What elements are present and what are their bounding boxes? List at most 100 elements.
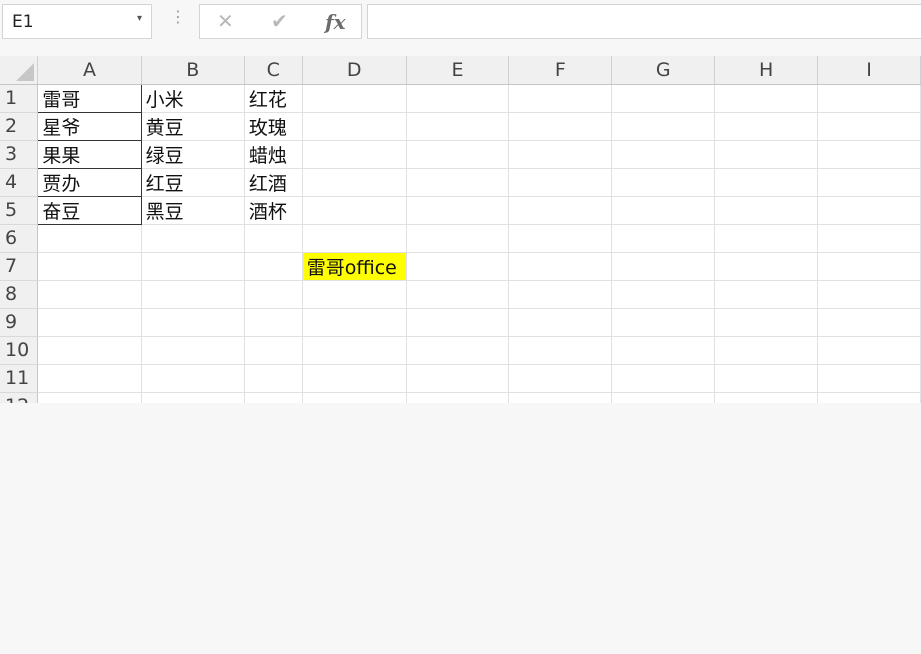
cancel-icon[interactable]: ✕ [217, 9, 234, 33]
cell-b10[interactable] [141, 336, 245, 365]
cell-i4[interactable] [817, 168, 921, 197]
cell-h8[interactable] [714, 280, 819, 309]
cell-a7[interactable] [37, 252, 142, 281]
cell-c7[interactable] [244, 252, 303, 281]
cell-e10[interactable] [406, 336, 510, 365]
column-header-g[interactable]: G [611, 56, 716, 85]
cell-b1[interactable]: 小米 [141, 84, 245, 113]
cell-b2[interactable]: 黄豆 [141, 112, 245, 141]
cell-g9[interactable] [611, 308, 716, 337]
cell-a8[interactable] [37, 280, 142, 309]
cell-g4[interactable] [611, 168, 716, 197]
cell-f6[interactable] [508, 224, 613, 253]
row-header[interactable]: 4 [0, 168, 39, 197]
column-header-d[interactable]: D [302, 56, 407, 85]
row-header[interactable]: 11 [0, 364, 39, 393]
cell-g11[interactable] [611, 364, 716, 393]
cell-e5[interactable] [406, 196, 510, 225]
cell-d12[interactable] [302, 392, 407, 403]
cell-d11[interactable] [302, 364, 407, 393]
cell-e1[interactable] [406, 84, 510, 113]
row-header[interactable]: 7 [0, 252, 39, 281]
cell-f5[interactable] [508, 196, 613, 225]
cell-g8[interactable] [611, 280, 716, 309]
cell-i6[interactable] [817, 224, 921, 253]
cell-c4[interactable]: 红酒 [244, 168, 303, 197]
cell-d3[interactable] [302, 140, 407, 169]
cell-i9[interactable] [817, 308, 921, 337]
cell-c8[interactable] [244, 280, 303, 309]
cell-c11[interactable] [244, 364, 303, 393]
cell-b7[interactable] [141, 252, 245, 281]
cell-g7[interactable] [611, 252, 716, 281]
cell-g2[interactable] [611, 112, 716, 141]
row-header[interactable]: 3 [0, 140, 39, 169]
cell-h3[interactable] [714, 140, 819, 169]
cell-h2[interactable] [714, 112, 819, 141]
cell-h9[interactable] [714, 308, 819, 337]
cell-f1[interactable] [508, 84, 613, 113]
row-header[interactable]: 2 [0, 112, 39, 141]
cell-f2[interactable] [508, 112, 613, 141]
cell-d5[interactable] [302, 196, 407, 225]
cell-f8[interactable] [508, 280, 613, 309]
column-header-h[interactable]: H [714, 56, 819, 85]
row-header[interactable]: 6 [0, 224, 39, 253]
column-header-i[interactable]: I [817, 56, 921, 85]
cell-h1[interactable] [714, 84, 819, 113]
row-header[interactable]: 8 [0, 280, 39, 309]
cell-e7[interactable] [406, 252, 510, 281]
cell-b6[interactable] [141, 224, 245, 253]
cell-e2[interactable] [406, 112, 510, 141]
cell-h7[interactable] [714, 252, 819, 281]
cell-a6[interactable] [37, 224, 142, 253]
row-header[interactable]: 9 [0, 308, 39, 337]
column-header-f[interactable]: F [508, 56, 613, 85]
cell-a9[interactable] [37, 308, 142, 337]
cell-c1[interactable]: 红花 [244, 84, 303, 113]
cell-b4[interactable]: 红豆 [141, 168, 245, 197]
cell-e9[interactable] [406, 308, 510, 337]
cell-c9[interactable] [244, 308, 303, 337]
cell-c12[interactable] [244, 392, 303, 403]
cell-e8[interactable] [406, 280, 510, 309]
cell-h4[interactable] [714, 168, 819, 197]
cell-i3[interactable] [817, 140, 921, 169]
cell-a2[interactable]: 星爷 [37, 112, 142, 141]
chevron-down-icon[interactable]: ▾ [137, 13, 142, 24]
cell-f12[interactable] [508, 392, 613, 403]
cell-e11[interactable] [406, 364, 510, 393]
cell-a10[interactable] [37, 336, 142, 365]
cell-b9[interactable] [141, 308, 245, 337]
cell-b11[interactable] [141, 364, 245, 393]
cell-f4[interactable] [508, 168, 613, 197]
cell-a1[interactable]: 雷哥 [37, 83, 142, 113]
cell-g5[interactable] [611, 196, 716, 225]
cell-h12[interactable] [714, 392, 819, 403]
cell-d9[interactable] [302, 308, 407, 337]
cell-h11[interactable] [714, 364, 819, 393]
cell-f3[interactable] [508, 140, 613, 169]
cell-e12[interactable] [406, 392, 510, 403]
cell-e4[interactable] [406, 168, 510, 197]
column-header-e[interactable]: E [406, 56, 510, 85]
cell-d1[interactable] [302, 84, 407, 113]
cell-d7[interactable]: 雷哥office [302, 252, 407, 281]
name-box[interactable]: E1 ▾ [2, 4, 152, 39]
cell-c6[interactable] [244, 224, 303, 253]
cell-i1[interactable] [817, 84, 921, 113]
cell-d8[interactable] [302, 280, 407, 309]
vertical-dots-icon[interactable]: ⋮ [170, 9, 186, 25]
row-header[interactable]: 10 [0, 336, 39, 365]
cell-e6[interactable] [406, 224, 510, 253]
cell-a3[interactable]: 果果 [37, 140, 142, 169]
cell-f10[interactable] [508, 336, 613, 365]
row-header[interactable]: 5 [0, 196, 39, 225]
cell-a12[interactable] [37, 392, 142, 403]
row-header[interactable]: 1 [0, 84, 39, 113]
cell-b5[interactable]: 黑豆 [141, 196, 245, 225]
cell-d6[interactable] [302, 224, 407, 253]
cell-h10[interactable] [714, 336, 819, 365]
cell-i8[interactable] [817, 280, 921, 309]
cell-i2[interactable] [817, 112, 921, 141]
